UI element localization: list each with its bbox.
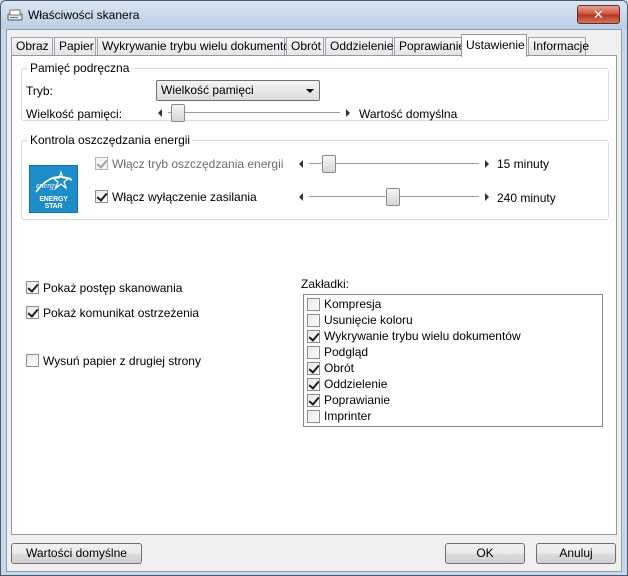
- svg-text:energy: energy: [36, 181, 58, 190]
- item-checkbox[interactable]: [307, 346, 320, 359]
- energy-group-title: Kontrola oszczędzania energii: [28, 133, 193, 147]
- scanner-properties-window: Właściwości skanera ✕ Obraz Papier Wykry…: [0, 0, 628, 576]
- cache-group-title: Pamięć podręczna: [28, 61, 132, 75]
- sleep-time-slider[interactable]: [297, 155, 491, 173]
- tab-enhancement[interactable]: Poprawianie: [394, 37, 465, 56]
- energy-group: Kontrola oszczędzania energii: [21, 133, 609, 220]
- show-warning-label: Pokaż komunikat ostrzeżenia: [43, 306, 200, 320]
- tab-rotation[interactable]: Obrót: [286, 37, 324, 56]
- item-checkbox[interactable]: [307, 314, 320, 327]
- eject-back-label: Wysuń papier z drugiej strony: [43, 354, 201, 368]
- item-label: Usunięcie koloru: [324, 313, 413, 327]
- slider-left-arrow-icon[interactable]: [299, 193, 303, 201]
- scanner-icon: [7, 9, 23, 21]
- slider-right-arrow-icon[interactable]: [485, 193, 489, 201]
- power-off-time-slider[interactable]: [297, 188, 491, 206]
- chevron-down-icon: [306, 89, 314, 93]
- item-label: Obrót: [324, 361, 355, 375]
- energy-star-text: ENERGY STAR: [39, 196, 68, 210]
- power-off-checkbox[interactable]: [95, 190, 108, 203]
- item-label: Imprinter: [324, 409, 372, 423]
- memory-size-label: Wielkość pamięci:: [26, 107, 123, 121]
- item-label: Oddzielenie: [324, 377, 388, 391]
- slider-track: [168, 112, 340, 114]
- slider-left-arrow-icon[interactable]: [158, 109, 162, 117]
- tab-settings[interactable]: Ustawienie: [461, 34, 527, 57]
- item-checkbox[interactable]: [307, 410, 320, 423]
- slider-right-arrow-icon[interactable]: [346, 109, 350, 117]
- defaults-button[interactable]: Wartości domyślne: [11, 543, 142, 564]
- tab-papier[interactable]: Papier: [54, 37, 96, 56]
- item-checkbox[interactable]: [307, 298, 320, 311]
- bookmarks-label: Zakładki:: [301, 277, 350, 291]
- slider-thumb[interactable]: [386, 188, 400, 206]
- ok-button[interactable]: OK: [445, 543, 525, 564]
- mode-dropdown[interactable]: Wielkość pamięci: [156, 80, 320, 101]
- item-label: Podgląd: [324, 345, 369, 359]
- sleep-time-value: 15 minuty: [497, 157, 550, 171]
- close-icon: ✕: [593, 7, 604, 22]
- show-warning-checkbox[interactable]: [26, 306, 39, 319]
- tab-obraz[interactable]: Obraz: [11, 37, 53, 56]
- settings-panel: Pamięć podręczna Tryb: Wielkość pamięci …: [11, 55, 617, 535]
- bookmarks-list[interactable]: Kompresja Usunięcie koloru Wykrywanie tr…: [303, 294, 603, 427]
- item-label: Poprawianie: [324, 393, 391, 407]
- cancel-button[interactable]: Anuluj: [536, 543, 616, 564]
- item-label: Wykrywanie trybu wielu dokumentów: [324, 329, 521, 343]
- power-off-label: Włącz wyłączenie zasilania: [112, 190, 257, 204]
- window-title: Właściwości skanera: [28, 8, 140, 22]
- item-checkbox[interactable]: [307, 394, 320, 407]
- sleep-mode-label: Włącz tryb oszczędzania energii: [112, 157, 284, 171]
- tab-multifeed[interactable]: Wykrywanie trybu wielu dokumentów: [97, 37, 299, 56]
- mode-label: Tryb:: [26, 84, 53, 98]
- power-off-time-value: 240 minuty: [497, 191, 556, 205]
- tab-separation[interactable]: Oddzielenie: [325, 37, 393, 56]
- slider-thumb[interactable]: [322, 155, 336, 173]
- eject-back-checkbox[interactable]: [26, 354, 39, 367]
- energy-star-logo: energy ENERGY STAR: [29, 165, 78, 213]
- slider-right-arrow-icon[interactable]: [485, 160, 489, 168]
- show-progress-checkbox[interactable]: [26, 281, 39, 294]
- slider-left-arrow-icon[interactable]: [299, 160, 303, 168]
- sleep-mode-checkbox[interactable]: [95, 157, 108, 170]
- title-bar: Właściwości skanera ✕: [1, 1, 627, 29]
- memory-size-value: Wartość domyślna: [359, 107, 458, 121]
- memory-size-slider[interactable]: [156, 104, 352, 122]
- show-progress-label: Pokaż postęp skanowania: [43, 281, 183, 295]
- tab-information[interactable]: Informacje: [528, 37, 589, 56]
- item-checkbox[interactable]: [307, 378, 320, 391]
- slider-thumb[interactable]: [171, 104, 185, 122]
- mode-dropdown-value: Wielkość pamięci: [161, 83, 254, 97]
- item-checkbox[interactable]: [307, 330, 320, 343]
- energy-star-icon: energy: [35, 170, 73, 193]
- close-button[interactable]: ✕: [577, 5, 620, 24]
- item-checkbox[interactable]: [307, 362, 320, 375]
- item-label: Kompresja: [324, 297, 382, 311]
- dialog-client-area: Obraz Papier Wykrywanie trybu wielu doku…: [6, 29, 622, 572]
